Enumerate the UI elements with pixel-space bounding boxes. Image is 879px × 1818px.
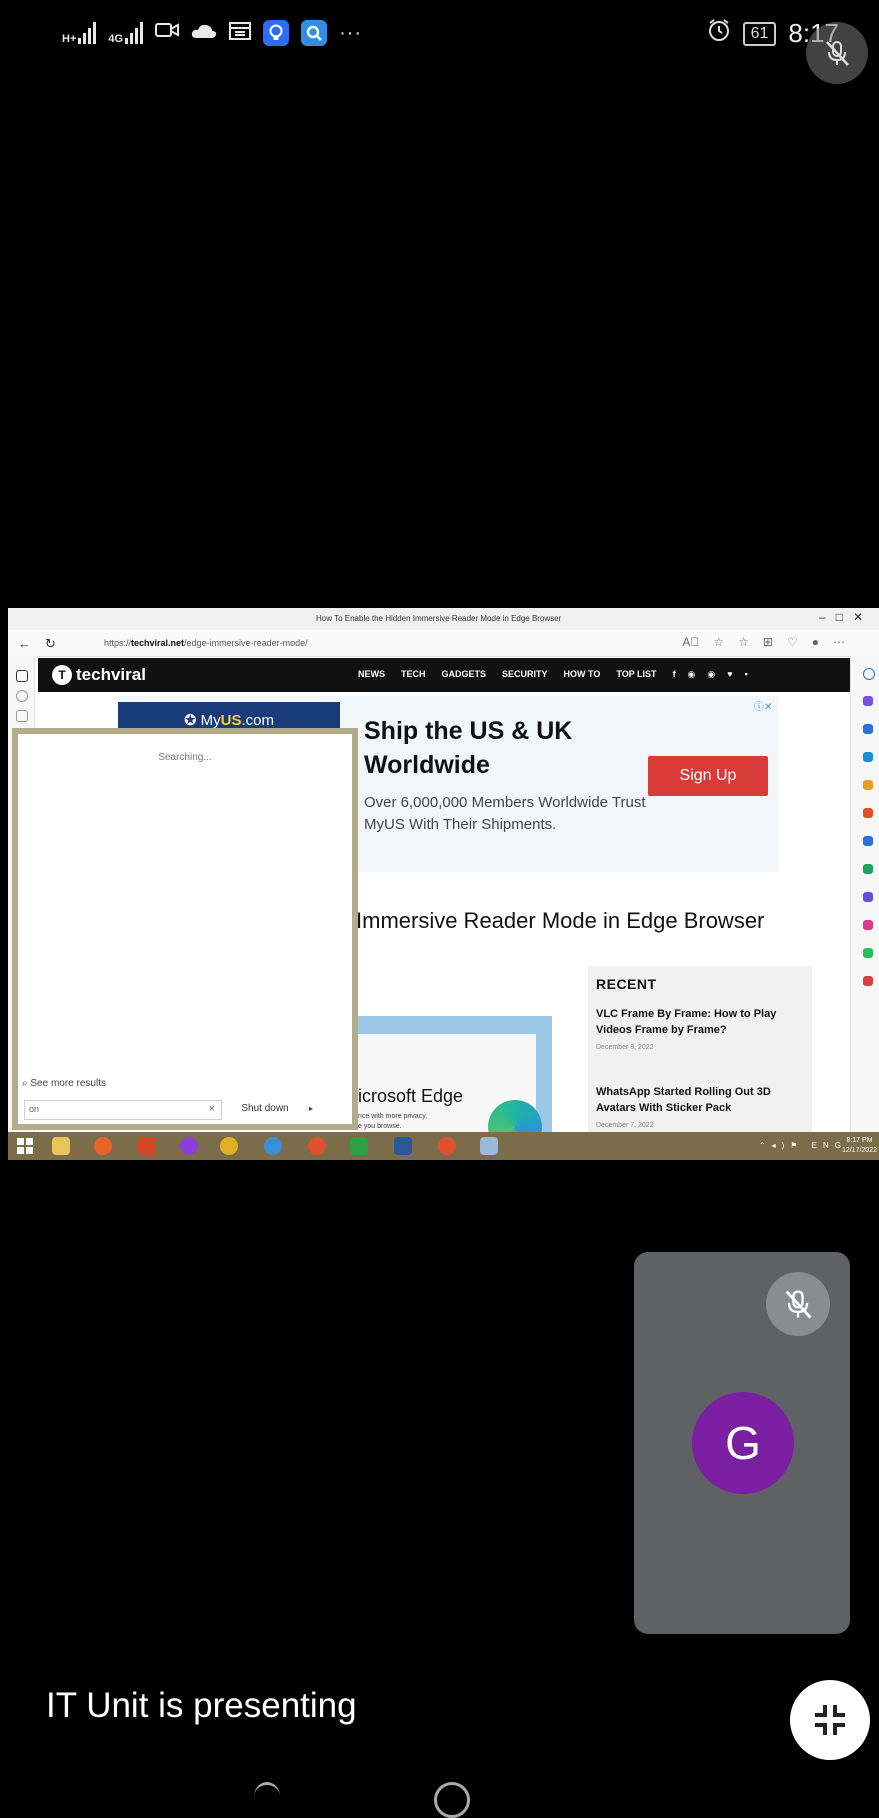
calendar-icon: [229, 20, 252, 46]
site-logo[interactable]: T techviral: [52, 665, 146, 685]
chrome-icon[interactable]: [220, 1137, 238, 1155]
signal-2-icon: 4G: [108, 22, 144, 45]
network-type-2: 4G: [108, 33, 124, 45]
searching-status: Searching...: [158, 752, 212, 763]
back-refresh-icons[interactable]: ←↻: [18, 636, 70, 652]
start-search-input[interactable]: on ×: [24, 1100, 222, 1120]
status-icons-left: H+ 4G ···: [62, 20, 362, 46]
mic-muted-icon-top[interactable]: [806, 22, 868, 84]
nav-tech[interactable]: TECH: [401, 669, 426, 680]
media-app-icon[interactable]: [180, 1137, 198, 1155]
nav-news[interactable]: NEWS: [358, 669, 385, 680]
shutdown-options-icon[interactable]: ▸: [304, 1100, 318, 1118]
social-icons[interactable]: f◉◉♥▪: [673, 669, 760, 680]
window-controls[interactable]: –□✕: [819, 610, 873, 624]
mic-muted-icon: [766, 1272, 830, 1336]
video-camera-icon: [155, 21, 180, 45]
recent-item-1[interactable]: VLC Frame By Frame: How to Play Videos F…: [596, 1006, 796, 1038]
recent-date-1: December 8, 2022: [596, 1044, 654, 1051]
image-subtitle-text: nce with more privacy, e you browse.: [358, 1113, 428, 1130]
network-type-1: H+: [62, 33, 77, 45]
file-explorer-icon[interactable]: [52, 1137, 70, 1155]
recent-title: RECENT: [596, 976, 657, 992]
windows-start-icon[interactable]: [16, 1137, 34, 1155]
browser-titlebar: How To Enable the Hidden Immersive Reade…: [8, 608, 879, 630]
minimize-view-button[interactable]: [790, 1680, 870, 1760]
shutdown-button[interactable]: Shut down: [230, 1100, 300, 1118]
window-title: How To Enable the Hidden Immersive Reade…: [316, 614, 562, 623]
system-tray[interactable]: ⌃◂)⚑ ENG: [759, 1141, 847, 1150]
browser-addressbar: ←↻ https://techviral.net/edge-immersive-…: [8, 630, 879, 657]
recent-panel: [588, 966, 812, 1160]
recent-date-2: December 7, 2022: [596, 1122, 654, 1129]
clear-icon[interactable]: ×: [209, 1103, 215, 1115]
start-search-popup: Searching... ⌕ See more results on × Shu…: [12, 728, 358, 1130]
presenting-label: IT Unit is presenting: [46, 1686, 357, 1725]
status-bar: H+ 4G ··· 61 8:17: [0, 0, 879, 74]
collapse-icon: [815, 1705, 845, 1735]
browser-app-icon[interactable]: [264, 1137, 282, 1155]
ad-globe-icon: ✪: [184, 712, 197, 729]
image-title-text: icrosoft Edge: [358, 1086, 464, 1106]
address-url[interactable]: https://techviral.net/edge-immersive-rea…: [104, 638, 308, 648]
lightbulb-app-icon: [263, 20, 290, 46]
firefox-icon[interactable]: [94, 1137, 112, 1155]
recent-item-2[interactable]: WhatsApp Started Rolling Out 3D Avatars …: [596, 1084, 796, 1116]
logo-badge-icon: T: [52, 665, 72, 685]
alarm-icon: [707, 18, 731, 49]
pinned-app-icon[interactable]: [480, 1137, 498, 1155]
powerpoint-icon[interactable]: [138, 1137, 156, 1155]
battery-level: 61: [742, 21, 777, 46]
more-notifications-indicator: ···: [339, 21, 363, 44]
nav-gadgets[interactable]: GADGETS: [442, 669, 487, 680]
nav-how-to[interactable]: HOW TO: [564, 669, 601, 680]
browser-sidebar: [850, 656, 879, 1160]
bottom-control-partial-2[interactable]: [434, 1782, 470, 1818]
browser-toolbar-icons[interactable]: A⃣☆☆⊞♡●⋯: [682, 635, 859, 649]
chrome-icon-3[interactable]: [438, 1137, 456, 1155]
tray-icons: ⌃◂)⚑: [758, 1141, 812, 1150]
ad-headline: Ship the US & UK Worldwide: [364, 717, 573, 779]
signal-1-icon: H+: [62, 22, 97, 45]
nav-top-list[interactable]: TOP LIST: [616, 669, 656, 680]
article-heading: Immersive Reader Mode in Edge Browser: [356, 908, 765, 933]
search-app-icon: [301, 20, 328, 46]
nav-security[interactable]: SECURITY: [502, 669, 548, 680]
green-app-icon[interactable]: [350, 1137, 368, 1155]
word-icon[interactable]: [394, 1137, 412, 1155]
ad-signup-button[interactable]: Sign Up: [648, 756, 768, 796]
chrome-icon-2[interactable]: [308, 1137, 326, 1155]
cloud-icon: [191, 22, 217, 45]
see-more-results-link[interactable]: ⌕ See more results: [22, 1078, 106, 1089]
site-nav: NEWS TECH GADGETS SECURITY HOW TO TOP LI…: [358, 669, 760, 680]
ad-choices-icon[interactable]: ⓘ✕: [754, 698, 772, 713]
windows-taskbar: ⌃◂)⚑ ENG 8:17 PM 12/17/2022: [8, 1132, 879, 1160]
ad-description: Over 6,000,000 Members Worldwide Trust M…: [364, 794, 646, 833]
participant-avatar: G: [692, 1392, 794, 1494]
taskbar-clock[interactable]: 8:17 PM 12/17/2022: [842, 1136, 877, 1156]
shared-screen: How To Enable the Hidden Immersive Reade…: [8, 608, 879, 1160]
